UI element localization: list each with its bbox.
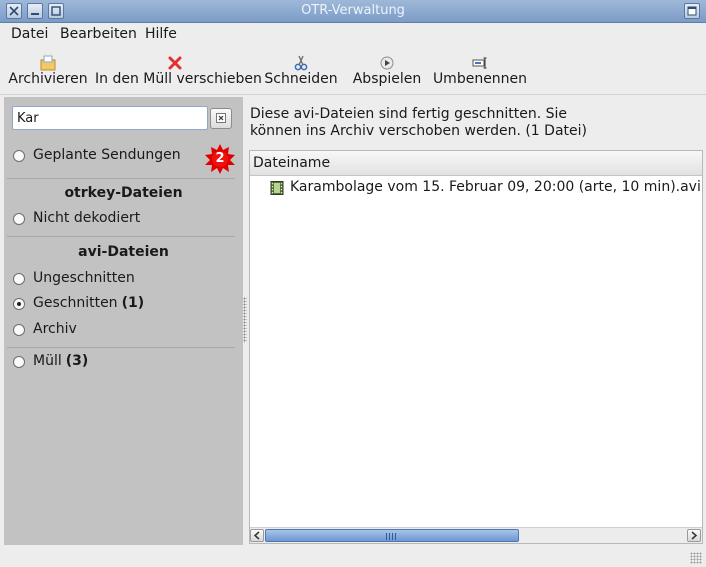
archive-icon xyxy=(40,55,56,71)
avi-section-heading: avi-Dateien xyxy=(78,244,169,260)
otrkey-section-heading: otrkey-Dateien xyxy=(64,185,183,201)
clear-search-button[interactable] xyxy=(210,108,232,129)
info-line-2: können ins Archiv verschoben werden. (1 … xyxy=(250,123,587,139)
search-input[interactable] xyxy=(12,106,208,130)
rename-icon xyxy=(472,57,487,69)
menu-bearbeiten[interactable]: Bearbeiten xyxy=(60,26,137,42)
horizontal-scrollbar[interactable] xyxy=(250,527,702,543)
red-x-icon xyxy=(168,56,182,70)
radio-button[interactable] xyxy=(13,273,25,285)
scrollbar-grip xyxy=(386,533,396,540)
arrow-right-icon xyxy=(691,531,698,540)
film-icon xyxy=(270,181,284,195)
restore-window-button[interactable] xyxy=(684,3,700,19)
toolbar: Archivieren In den Müll verschieben Schn… xyxy=(0,49,706,95)
trash-count: (3) xyxy=(65,353,89,369)
clear-icon xyxy=(216,113,226,123)
pane-resize-handle[interactable] xyxy=(243,297,247,343)
sidebar-separator xyxy=(7,178,235,179)
radio-uncut[interactable]: Ungeschnitten xyxy=(13,270,193,288)
menu-datei[interactable]: Datei xyxy=(11,26,48,42)
column-header-filename[interactable]: Dateiname xyxy=(250,151,702,176)
radio-not-decoded[interactable]: Nicht dekodiert xyxy=(13,210,193,228)
sidebar: Geplante Sendungen 2 otrkey-Dateien Nich… xyxy=(4,97,243,545)
scroll-left-button[interactable] xyxy=(250,529,264,542)
file-list: Dateiname Karambolage vom 15. Februar 09… xyxy=(249,150,703,544)
rename-button[interactable]: Umbenennen xyxy=(432,49,528,93)
scroll-right-button[interactable] xyxy=(687,529,701,542)
arrow-left-icon xyxy=(253,531,260,540)
app-window: OTR-Verwaltung Datei Bearbeiten Hilfe Ar… xyxy=(0,0,706,567)
radio-archive[interactable]: Archiv xyxy=(13,321,193,339)
radio-trash-label: Müll xyxy=(33,353,62,369)
planned-count-badge: 2 xyxy=(204,143,236,175)
scrollbar-thumb[interactable] xyxy=(265,529,519,542)
scissors-icon xyxy=(294,55,308,71)
window-resize-grip[interactable] xyxy=(690,552,702,564)
title-bar: OTR-Verwaltung xyxy=(0,0,706,23)
radio-button[interactable] xyxy=(13,150,25,162)
sidebar-separator xyxy=(7,347,235,348)
radio-trash[interactable]: Müll (3) xyxy=(13,353,193,371)
info-text: Diese avi-Dateien sind fertig geschnitte… xyxy=(250,106,690,140)
cut-count: (1) xyxy=(121,295,145,311)
radio-cut-label: Geschnitten xyxy=(33,295,118,311)
info-line-1: Diese avi-Dateien sind fertig geschnitte… xyxy=(250,106,568,122)
play-icon xyxy=(380,56,394,70)
cut-button[interactable]: Schneiden xyxy=(264,49,338,93)
file-row[interactable]: Karambolage vom 15. Februar 09, 20:00 (a… xyxy=(250,178,702,198)
archive-button[interactable]: Archivieren xyxy=(8,49,88,93)
move-to-trash-button[interactable]: In den Müll verschieben xyxy=(95,49,262,93)
radio-cut[interactable]: Geschnitten (1) xyxy=(13,295,193,313)
radio-button[interactable] xyxy=(13,356,25,368)
file-name: Karambolage vom 15. Februar 09, 20:00 (a… xyxy=(290,179,701,195)
radio-planned-broadcasts[interactable]: Geplante Sendungen xyxy=(13,147,193,165)
window-restore-icon xyxy=(687,6,697,16)
radio-button[interactable] xyxy=(13,213,25,225)
menu-bar: Datei Bearbeiten Hilfe xyxy=(0,23,706,45)
sidebar-separator xyxy=(7,236,235,237)
play-button[interactable]: Abspielen xyxy=(350,49,424,93)
window-title: OTR-Verwaltung xyxy=(301,3,405,18)
radio-button-checked[interactable] xyxy=(13,298,25,310)
radio-button[interactable] xyxy=(13,324,25,336)
menu-hilfe[interactable]: Hilfe xyxy=(145,26,177,42)
status-bar xyxy=(0,547,706,567)
